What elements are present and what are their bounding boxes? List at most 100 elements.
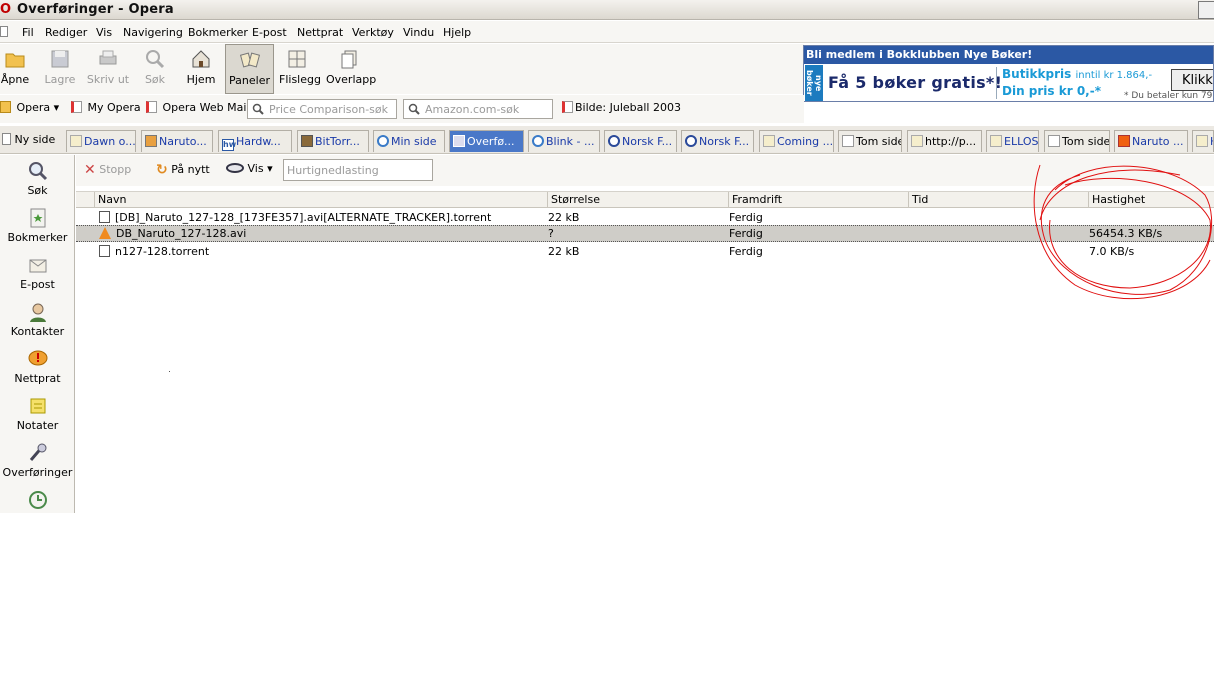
- history-icon: [28, 491, 47, 509]
- tab-bittorrent[interactable]: BitTorr...: [297, 130, 369, 152]
- view-dropdown[interactable]: Vis ▾: [226, 162, 273, 175]
- panel-bookmarks[interactable]: Bokmerker: [0, 207, 75, 244]
- price-comparison-search-input[interactable]: Price Comparison-søk: [247, 99, 397, 119]
- tab-http[interactable]: http://p...: [907, 130, 982, 152]
- panel-contacts[interactable]: Kontakter: [0, 301, 75, 338]
- amazon-search-input[interactable]: Amazon.com-søk: [403, 99, 553, 119]
- column-progress[interactable]: Framdrift: [728, 192, 908, 208]
- menu-edit[interactable]: Rediger: [45, 26, 87, 39]
- new-page-icon: [2, 133, 11, 145]
- file-speed-cell: 56454.3 KB/s: [1089, 227, 1163, 240]
- torrent-file-icon: [99, 211, 110, 223]
- page-icon: [990, 135, 1002, 147]
- tab-min-side[interactable]: Min side: [373, 130, 445, 152]
- personal-my-opera[interactable]: My Opera: [71, 101, 141, 114]
- tab-partial[interactable]: H: [1192, 130, 1214, 152]
- ad-divider: [996, 67, 997, 99]
- panels-button[interactable]: Paneler: [225, 44, 274, 94]
- search-icon: [408, 103, 420, 115]
- ad-store-price: Butikkpris inntil kr 1.864,-: [1002, 67, 1153, 81]
- panel-chat[interactable]: Nettprat: [0, 348, 75, 385]
- naruto-favicon-icon: [1118, 135, 1130, 147]
- print-button[interactable]: Skriv ut: [86, 44, 130, 94]
- tab-naruto-2[interactable]: Naruto ...: [1114, 130, 1188, 152]
- column-time[interactable]: Tid: [908, 192, 1088, 208]
- quick-download-input[interactable]: Hurtignedlasting: [283, 159, 433, 181]
- tab-naruto[interactable]: Naruto...: [141, 130, 213, 152]
- ad-logo: nye bøker: [805, 65, 823, 101]
- tab-coming[interactable]: Coming ...: [759, 130, 834, 152]
- tab-ellos[interactable]: ELLOS: [986, 130, 1039, 152]
- printer-icon: [99, 50, 117, 65]
- page-icon: [1196, 135, 1208, 147]
- tab-hardware[interactable]: hwHardw...: [218, 130, 292, 152]
- stray-pixel: [169, 371, 170, 372]
- ad-banner[interactable]: Bli medlem i Bokklubben Nye Bøker! nye b…: [803, 45, 1214, 102]
- panel-history[interactable]: [0, 489, 75, 511]
- open-button[interactable]: Åpne: [0, 44, 30, 94]
- tab-norsk-2[interactable]: Norsk F...: [681, 130, 754, 152]
- column-size[interactable]: Størrelse: [547, 192, 728, 208]
- panel-search[interactable]: Søk: [0, 160, 75, 197]
- norsk-favicon-icon: [685, 135, 697, 147]
- tab-tom-side-2[interactable]: Tom side: [1044, 130, 1110, 152]
- home-button[interactable]: Hjem: [184, 44, 218, 94]
- panels-icon: [239, 52, 260, 68]
- folder-icon: [0, 101, 11, 113]
- page-icon: [763, 135, 775, 147]
- magnifier-icon: [146, 50, 165, 69]
- tab-norsk-1[interactable]: Norsk F...: [604, 130, 677, 152]
- main-toolbar: Åpne Lagre Skriv ut Søk Hjem Paneler Fli…: [0, 44, 804, 94]
- column-name[interactable]: Navn: [94, 192, 547, 208]
- panel-selector: Søk Bokmerker E-post Kontakter Nettprat …: [0, 155, 75, 513]
- file-progress-cell: Ferdig: [729, 245, 763, 258]
- contact-icon: [29, 303, 46, 322]
- chat-bubble-icon: [28, 350, 47, 366]
- transfers-table-header: Navn Størrelse Framdrift Tid Hastighet: [76, 191, 1214, 208]
- search-icon: [252, 103, 264, 115]
- table-row[interactable]: n127-128.torrent 22 kB Ferdig 7.0 KB/s: [76, 243, 1214, 260]
- menu-help[interactable]: Hjelp: [443, 26, 471, 39]
- tab-tom-side-1[interactable]: Tom side: [838, 130, 902, 152]
- ad-click-button[interactable]: Klikk: [1171, 69, 1213, 91]
- file-progress-cell: Ferdig: [729, 227, 763, 240]
- file-size-cell: 22 kB: [548, 245, 580, 258]
- tab-transfers[interactable]: Overfø...: [449, 130, 524, 152]
- table-row[interactable]: [DB]_Naruto_127-128_[173FE357].avi[ALTER…: [76, 209, 1214, 226]
- menu-view[interactable]: Vis: [96, 26, 112, 39]
- tile-button[interactable]: Flislegg: [279, 44, 321, 94]
- panel-transfers[interactable]: Overføringer: [0, 442, 75, 479]
- menu-file[interactable]: Fil: [22, 26, 34, 39]
- retry-button[interactable]: ↻ På nytt: [156, 162, 210, 178]
- panel-email[interactable]: E-post: [0, 254, 75, 291]
- minimize-button[interactable]: [1198, 1, 1214, 19]
- menu-window[interactable]: Vindu: [403, 26, 434, 39]
- floppy-icon: [51, 50, 69, 68]
- refresh-icon: ↻: [156, 162, 168, 178]
- menu-bookmarks[interactable]: Bokmerker: [188, 26, 248, 39]
- file-size-cell: 22 kB: [548, 211, 580, 224]
- save-button[interactable]: Lagre: [42, 44, 78, 94]
- menu-tools[interactable]: Verktøy: [352, 26, 394, 39]
- column-speed[interactable]: Hastighet: [1088, 192, 1214, 208]
- tab-dawn[interactable]: Dawn o...: [66, 130, 136, 152]
- file-speed-cell: 7.0 KB/s: [1089, 245, 1135, 258]
- search-button[interactable]: Søk: [140, 44, 170, 94]
- new-tab-button[interactable]: Ny side: [0, 130, 55, 152]
- personal-opera[interactable]: Opera ▾: [0, 101, 59, 114]
- menu-email[interactable]: E-post: [252, 26, 287, 39]
- personal-bookmark-juleball[interactable]: Bilde: Juleball 2003: [562, 101, 681, 114]
- tab-blink[interactable]: Blink - ...: [528, 130, 600, 152]
- tile-icon: [288, 50, 306, 68]
- menu-chat[interactable]: Nettprat: [297, 26, 343, 39]
- panel-notes[interactable]: Notater: [0, 395, 75, 432]
- cascade-button[interactable]: Overlapp: [326, 44, 376, 94]
- bookmark-page-icon: [562, 101, 573, 113]
- blank-page-icon: [1048, 135, 1060, 147]
- hw-favicon-icon: hw: [222, 139, 237, 151]
- stop-button[interactable]: ✕ Stopp: [84, 162, 131, 178]
- table-row[interactable]: DB_Naruto_127-128.avi ? Ferdig 56454.3 K…: [76, 225, 1214, 242]
- personal-web-mail[interactable]: Opera Web Mail: [146, 101, 250, 114]
- file-name-cell: n127-128.torrent: [99, 245, 209, 258]
- menu-navigation[interactable]: Navigering: [123, 26, 183, 39]
